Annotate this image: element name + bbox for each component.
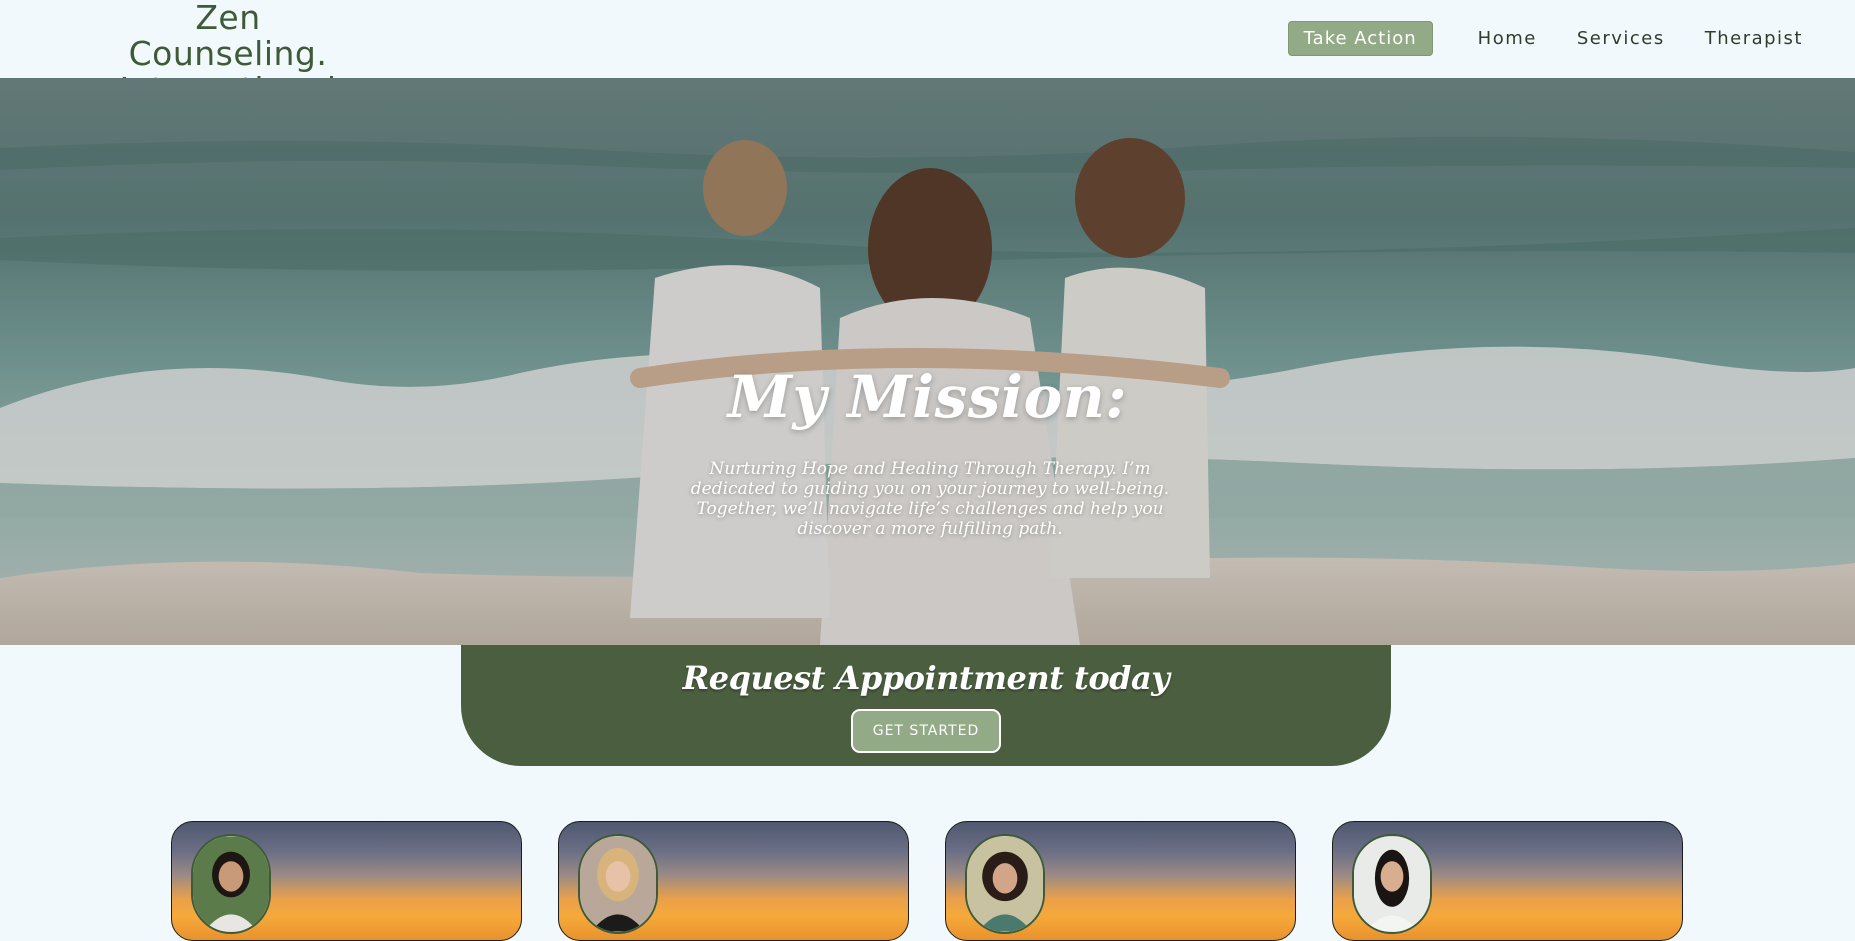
take-action-button[interactable]: Take Action — [1287, 21, 1433, 56]
therapist-card[interactable] — [171, 821, 522, 941]
get-started-button[interactable]: GET STARTED — [851, 709, 1001, 753]
main-nav: Take Action Home Services Therapist — [1287, 21, 1803, 56]
therapist-avatar — [1352, 834, 1432, 934]
appointment-title: Request Appointment today — [682, 659, 1170, 697]
hero-section: My Mission: Nurturing Hope and Healing T… — [0, 78, 1855, 645]
therapist-card[interactable] — [945, 821, 1296, 941]
hero-overlay — [0, 78, 1855, 645]
person-photo-icon — [1354, 836, 1430, 932]
person-photo-icon — [580, 836, 656, 932]
therapist-avatar — [965, 834, 1045, 934]
nav-link-home[interactable]: Home — [1478, 28, 1537, 49]
therapist-avatar — [578, 834, 658, 934]
hero-description: Nurturing Hope and Healing Through Thera… — [690, 459, 1170, 539]
logo-line-1: Zen Counseling. — [128, 0, 328, 73]
appointment-banner: Request Appointment today GET STARTED — [461, 645, 1391, 766]
therapist-cards — [0, 821, 1855, 941]
hero-title: My Mission: — [727, 363, 1128, 431]
site-header: Zen Counseling. International Take Actio… — [0, 0, 1855, 108]
therapist-avatar — [191, 834, 271, 934]
person-photo-icon — [967, 836, 1043, 932]
therapist-card[interactable] — [1332, 821, 1683, 941]
therapist-card[interactable] — [558, 821, 909, 941]
person-photo-icon — [193, 836, 269, 932]
nav-link-therapist[interactable]: Therapist — [1705, 28, 1803, 49]
nav-link-services[interactable]: Services — [1577, 28, 1665, 49]
